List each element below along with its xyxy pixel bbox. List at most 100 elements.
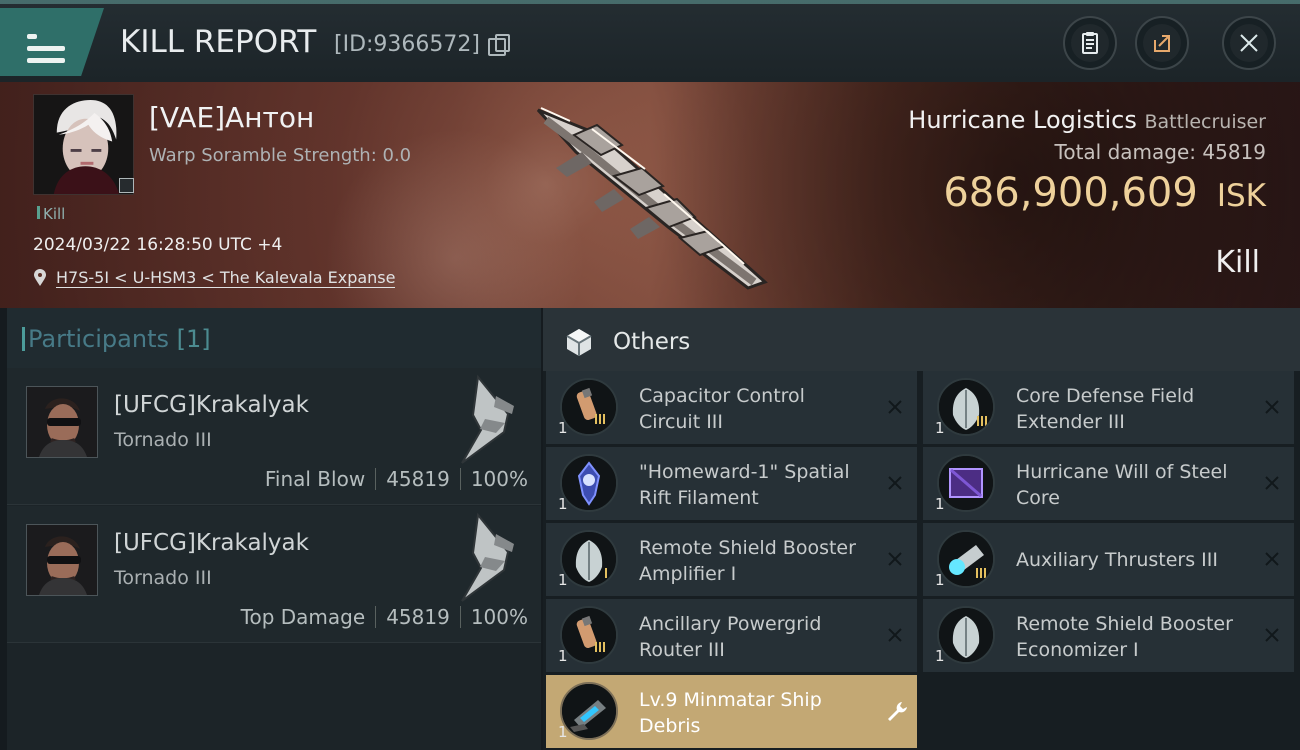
participant-damage: 45819 bbox=[386, 605, 450, 629]
item-name: Lv.9 Minmatar Ship Debris bbox=[639, 689, 822, 737]
victim-name[interactable]: [VAE]Антон bbox=[149, 101, 314, 134]
loot-item[interactable]: 1 Ancillary Powergrid Router III bbox=[546, 599, 917, 673]
item-name: Capacitor Control Circuit III bbox=[639, 385, 805, 433]
loot-item[interactable]: 1 Hurricane Will of Steel Core bbox=[923, 447, 1294, 521]
participant-ship-icon[interactable] bbox=[452, 372, 522, 466]
participant-percent: 100% bbox=[470, 605, 528, 629]
loot-item[interactable]: 1 Core Defense Field Extender III bbox=[923, 371, 1294, 445]
menu-button[interactable] bbox=[0, 8, 104, 76]
corporation-badge bbox=[119, 178, 134, 193]
loot-item[interactable]: 1 Capacitor Control Circuit III bbox=[546, 371, 917, 445]
item-quantity: 1 bbox=[935, 571, 945, 589]
item-quantity: 1 bbox=[558, 419, 568, 437]
participant-row[interactable]: [UFCG]Krakalyak Tornado III Final Blow 45… bbox=[7, 368, 541, 505]
spatial-rift-filament-icon bbox=[560, 454, 618, 512]
loot-item-highlighted[interactable]: 1 Lv.9 Minmatar Ship Debris bbox=[546, 675, 917, 749]
item-name: Remote Shield Booster Amplifier I bbox=[639, 537, 856, 585]
copy-icon[interactable] bbox=[488, 34, 510, 56]
item-quantity: 1 bbox=[558, 723, 568, 741]
victim-ship-name: Hurricane Logistics Battlecruiser bbox=[908, 106, 1266, 134]
kill-result: Kill bbox=[1215, 245, 1260, 280]
remote-shield-booster-economizer-icon bbox=[937, 606, 995, 664]
total-damage-value: 45819 bbox=[1202, 140, 1266, 164]
location-pin-icon bbox=[34, 269, 46, 286]
close-button[interactable] bbox=[1222, 16, 1276, 70]
item-quantity: 1 bbox=[935, 419, 945, 437]
clipboard-icon bbox=[1082, 32, 1098, 54]
stat-separator bbox=[375, 606, 377, 628]
participant-damage: 45819 bbox=[386, 467, 450, 491]
isk-value-line: 686,900,609 ISK bbox=[943, 170, 1266, 216]
participant-stats: Final Blow 45819 100% bbox=[265, 467, 528, 491]
close-icon bbox=[1240, 34, 1258, 52]
remote-shield-booster-icon bbox=[560, 530, 618, 588]
kill-report-id: [ID:9366572] bbox=[334, 32, 480, 57]
item-name: Hurricane Will of Steel Core bbox=[1016, 461, 1228, 509]
victim-summary: [VAE]Антон Warp Soramble Strength: 0.0 K… bbox=[0, 82, 1300, 308]
total-damage-label: Total damage: bbox=[1054, 140, 1197, 164]
ship-name-text: Hurricane Logistics bbox=[908, 106, 1137, 134]
participant-role: Top Damage bbox=[240, 605, 366, 629]
item-name: Ancillary Powergrid Router III bbox=[639, 613, 822, 661]
loot-item[interactable]: 1 "Homeward-1" Spatial Rift Filament bbox=[546, 447, 917, 521]
isk-value: 686,900,609 bbox=[943, 170, 1198, 216]
loot-item[interactable]: 1 Auxiliary Thrusters III bbox=[923, 523, 1294, 597]
auxiliary-thrusters-icon bbox=[937, 530, 995, 588]
share-icon bbox=[1154, 35, 1170, 52]
page-title: KILL REPORT bbox=[120, 24, 317, 60]
share-button[interactable] bbox=[1135, 16, 1189, 70]
kill-status-label: Kill bbox=[37, 205, 65, 223]
item-quantity: 1 bbox=[558, 571, 568, 589]
participants-title-text: Participants bbox=[28, 325, 169, 353]
participant-name[interactable]: [UFCG]Krakalyak bbox=[114, 392, 309, 418]
close-icon[interactable] bbox=[1262, 473, 1282, 493]
item-name: Core Defense Field Extender III bbox=[1016, 385, 1195, 433]
item-quantity: 1 bbox=[935, 647, 945, 665]
steel-core-icon bbox=[937, 454, 995, 512]
close-icon[interactable] bbox=[885, 397, 905, 417]
participants-title[interactable]: Participants [1] bbox=[22, 325, 211, 353]
kill-datetime: 2024/03/22 16:28:50 UTC +4 bbox=[33, 235, 283, 255]
warp-scramble-strength: Warp Soramble Strength: 0.0 bbox=[149, 145, 412, 166]
wrench-icon[interactable] bbox=[885, 700, 909, 724]
stat-separator bbox=[459, 468, 461, 490]
item-name: Auxiliary Thrusters III bbox=[1016, 549, 1218, 571]
participant-name[interactable]: [UFCG]Krakalyak bbox=[114, 530, 309, 556]
capacitor-control-circuit-icon bbox=[560, 378, 618, 436]
participant-ship: Tornado III bbox=[114, 429, 212, 451]
kill-location-link[interactable]: H7S-5I < U-HSM3 < The Kalevala Expanse bbox=[56, 268, 396, 288]
participant-role: Final Blow bbox=[264, 467, 366, 491]
loot-item[interactable]: 1 Remote Shield Booster Economizer I bbox=[923, 599, 1294, 673]
loot-item[interactable]: 1 Remote Shield Booster Amplifier I bbox=[546, 523, 917, 597]
close-icon[interactable] bbox=[1262, 549, 1282, 569]
participant-stats: Top Damage 45819 100% bbox=[241, 605, 528, 629]
participant-row[interactable]: [UFCG]Krakalyak Tornado III Top Damage 45… bbox=[7, 506, 541, 643]
participant-ship: Tornado III bbox=[114, 567, 212, 589]
participant-ship-icon[interactable] bbox=[452, 510, 522, 604]
victim-ship-image[interactable] bbox=[520, 90, 790, 300]
participant-percent: 100% bbox=[470, 467, 528, 491]
top-bar: KILL REPORT [ID:9366572] bbox=[0, 0, 1300, 82]
stat-separator bbox=[459, 606, 461, 628]
ship-class: Battlecruiser bbox=[1144, 111, 1266, 133]
ship-debris-icon bbox=[560, 682, 618, 740]
item-name: Remote Shield Booster Economizer I bbox=[1016, 613, 1233, 661]
close-icon[interactable] bbox=[885, 625, 905, 645]
item-quantity: 1 bbox=[558, 647, 568, 665]
clipboard-button[interactable] bbox=[1063, 16, 1117, 70]
participant-avatar[interactable] bbox=[26, 524, 98, 596]
total-damage-line: Total damage: 45819 bbox=[1055, 140, 1266, 164]
item-quantity: 1 bbox=[935, 495, 945, 513]
others-title: Others bbox=[613, 329, 691, 355]
close-icon[interactable] bbox=[1262, 625, 1282, 645]
shield-extender-icon bbox=[937, 378, 995, 436]
close-icon[interactable] bbox=[885, 549, 905, 569]
close-icon[interactable] bbox=[1262, 397, 1282, 417]
stat-separator bbox=[375, 468, 377, 490]
item-quantity: 1 bbox=[558, 495, 568, 513]
participant-avatar[interactable] bbox=[26, 386, 98, 458]
participants-count: [1] bbox=[176, 325, 211, 353]
close-icon[interactable] bbox=[885, 473, 905, 493]
powergrid-router-icon bbox=[560, 606, 618, 664]
cube-icon bbox=[566, 329, 592, 356]
